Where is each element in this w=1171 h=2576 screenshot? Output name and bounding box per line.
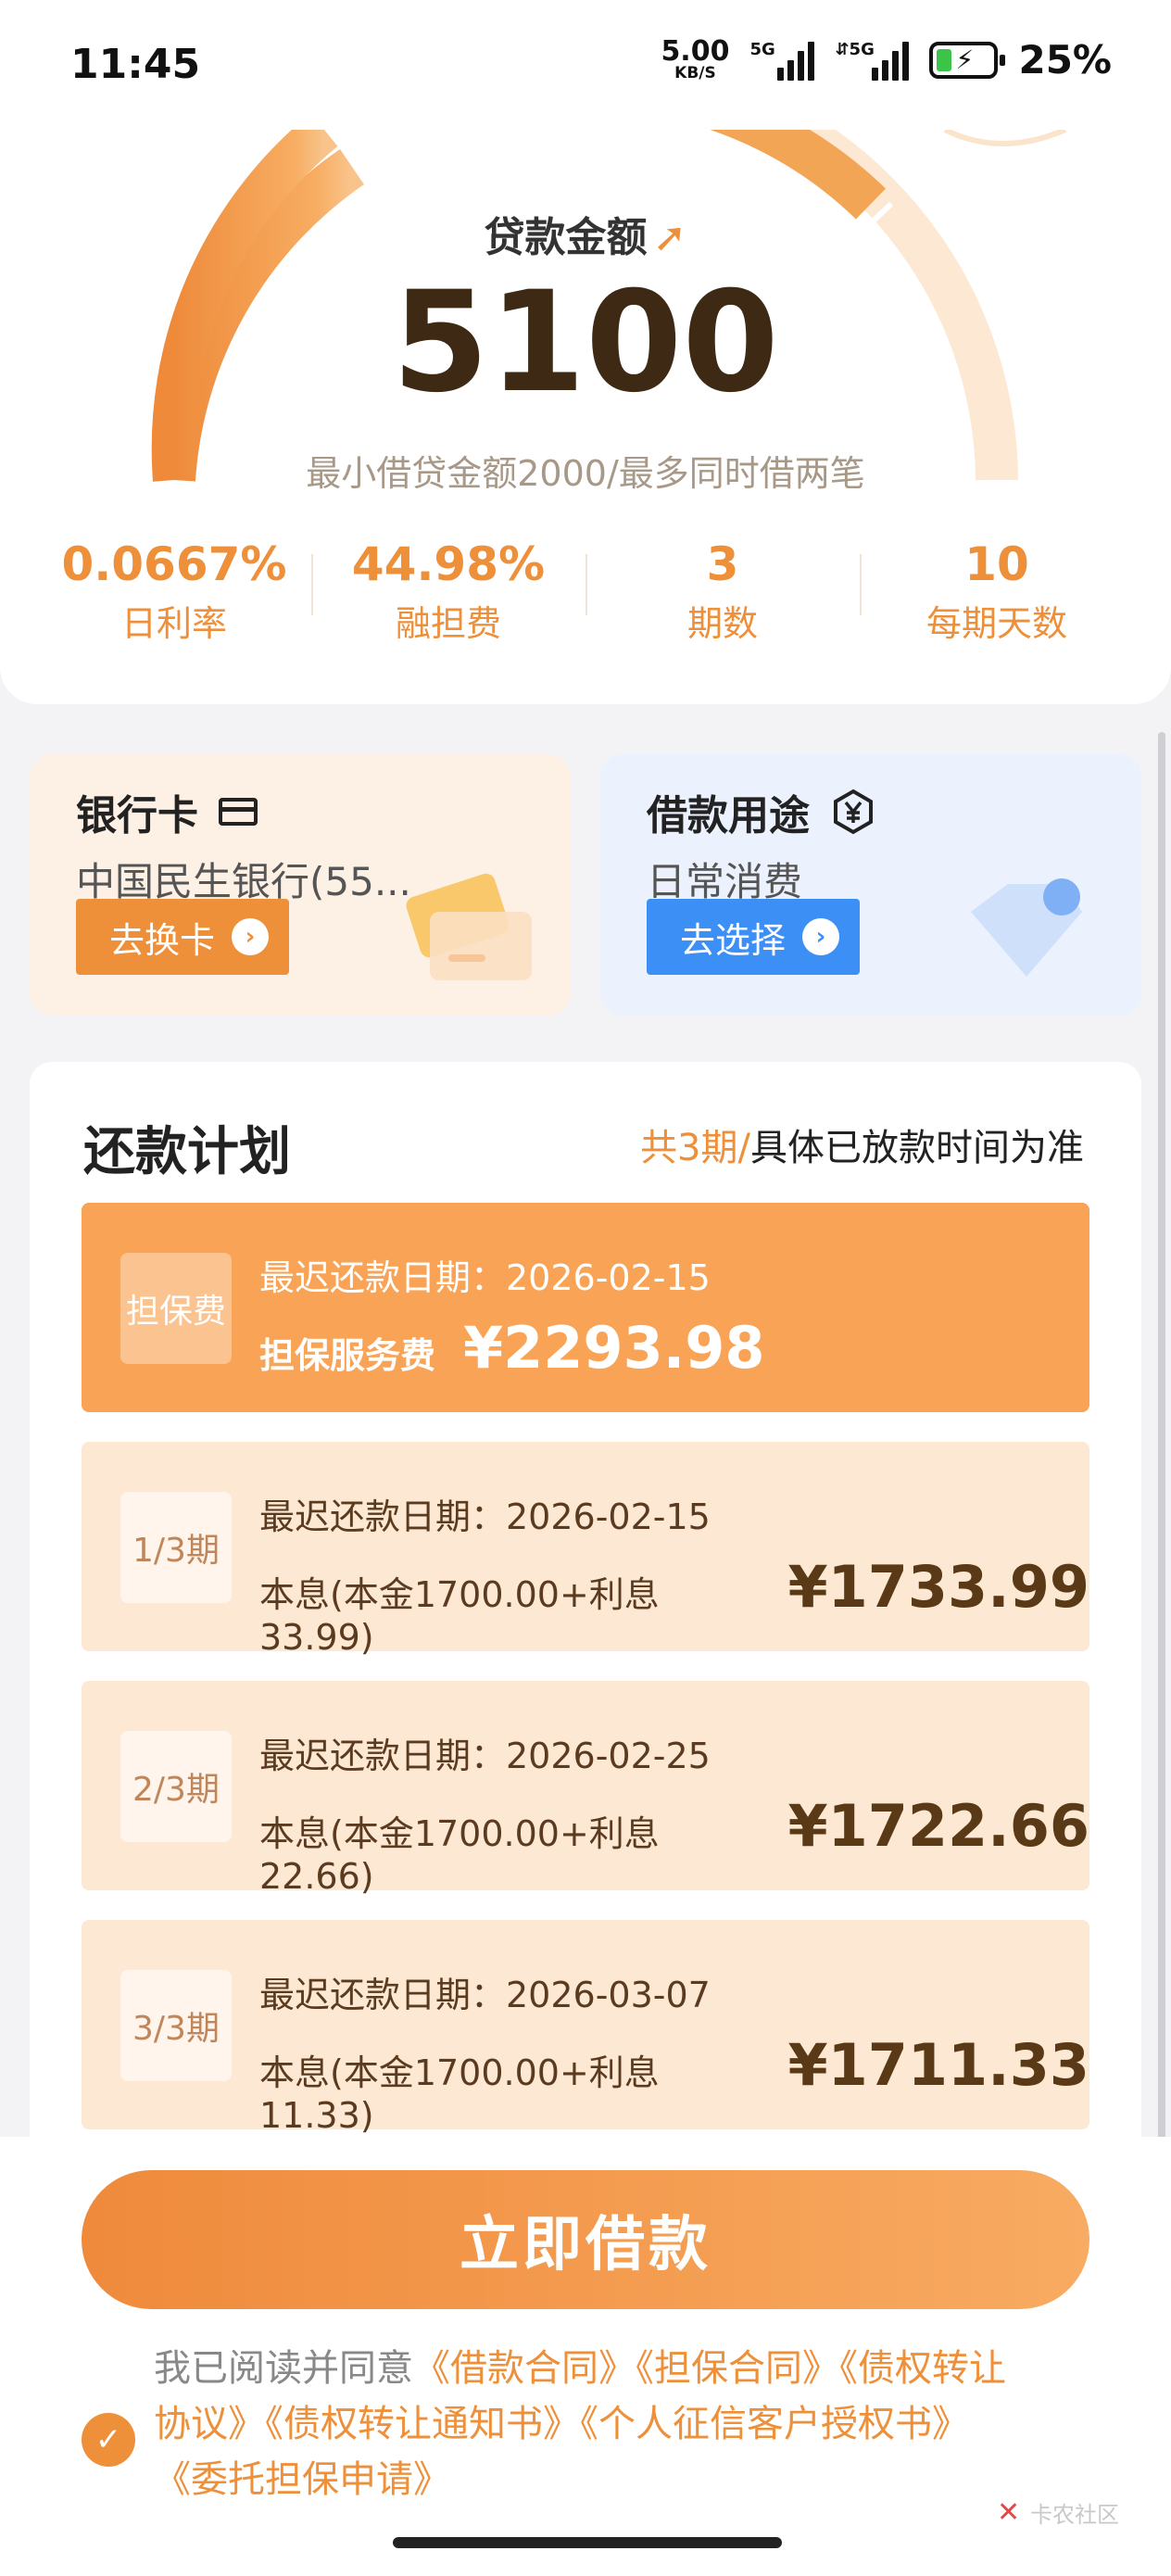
plan-note-highlight: 共3期/ (640, 1127, 750, 1169)
status-time: 11:45 (70, 41, 201, 88)
stat-value: 0.0667% (61, 537, 287, 591)
bank-card-title: 银行卡 (76, 782, 258, 841)
loan-amount-label-text: 贷款金额 (484, 214, 648, 261)
choose-use-button-label: 去选择 (680, 919, 787, 961)
row-desc: 本息(本金1700.00+利息33.99) ¥1733.99 (259, 1553, 1089, 1658)
stat-daily-rate: 0.0667% 日利率 (37, 537, 311, 646)
row-amount: ¥1711.33 (787, 2031, 1089, 2099)
signal-icon-2: ⇵5G (835, 39, 910, 81)
row-amount: ¥1722.66 (787, 1792, 1089, 1860)
row-badge: 2/3期 (120, 1731, 232, 1842)
chevron-right-icon: › (232, 918, 270, 955)
loan-use-title-text: 借款用途 (647, 792, 810, 840)
row-desc: 本息(本金1700.00+利息11.33) ¥1711.33 (259, 2031, 1089, 2136)
row-desc-text: 本息(本金1700.00+利息11.33) (259, 2052, 660, 2136)
choose-use-button[interactable]: 去选择 › (647, 899, 861, 975)
borrow-now-button[interactable]: 立即借款 (82, 2170, 1089, 2309)
loan-amount-value[interactable]: 5100 (0, 267, 1171, 420)
home-indicator[interactable] (393, 2537, 782, 2548)
change-card-button-label: 去换卡 (109, 919, 216, 961)
stat-label: 期数 (686, 603, 758, 644)
installment-row: 2/3期 最迟还款日期：2026-02-25 本息(本金1700.00+利息22… (82, 1681, 1089, 1897)
row-badge: 1/3期 (120, 1492, 232, 1603)
row-due-date: 最迟还款日期：2026-02-25 (259, 1736, 711, 1776)
cards-illustration (406, 873, 532, 980)
plan-note-rest: 具体已放款时间为准 (750, 1127, 1084, 1169)
repayment-plan-panel: 还款计划 共3期/具体已放款时间为准 担保费 最迟还款日期：2026-02-15… (30, 1062, 1141, 2174)
bank-card-title-text: 银行卡 (76, 792, 198, 840)
bank-card-panel: 银行卡 中国民生银行(55... 去换卡 › (30, 754, 571, 1016)
row-badge: 担保费 (120, 1253, 232, 1364)
agreement-line-3[interactable]: 《委托担保申请》 (82, 2452, 1101, 2507)
signal-1-tag: 5G (749, 39, 775, 59)
yuan-hexagon-icon (830, 789, 876, 835)
row-amount: ¥2293.98 (463, 1314, 765, 1382)
chevron-right-icon: › (802, 918, 840, 955)
bottom-action-bar: 立即借款 ✓ 我已阅读并同意《借款合同》《担保合同》《债权转让 协议》《债权转让… (0, 2137, 1171, 2576)
loan-use-panel: 借款用途 日常消费 去选择 › (600, 754, 1141, 1016)
row-desc: 本息(本金1700.00+利息22.66) ¥1722.66 (259, 1792, 1089, 1897)
stat-label: 融担费 (395, 603, 501, 644)
stat-label: 日利率 (120, 603, 227, 644)
guarantee-fee-row: 担保费 最迟还款日期：2026-02-15 担保服务费 ¥2293.98 (82, 1203, 1089, 1412)
arrow-up-right-icon: ➚ (652, 214, 687, 261)
plan-title: 还款计划 (83, 1122, 291, 1182)
diamond-illustration (971, 878, 1082, 977)
stat-guarantee-fee: 44.98% 融担费 (311, 537, 586, 646)
status-icons: 5.00 KB/S 5G ⇵5G ⚡ 25% (661, 37, 1112, 82)
network-speed-unit: KB/S (674, 64, 716, 82)
row-desc-text: 本息(本金1700.00+利息22.66) (259, 1813, 660, 1897)
stat-days-per-period: 10 每期天数 (860, 537, 1134, 646)
agreement-line-1: 我已阅读并同意《借款合同》《担保合同》《债权转让 (82, 2341, 1101, 2396)
battery-percent: 25% (1018, 37, 1112, 82)
signal-2-tag: ⇵5G (835, 39, 875, 59)
agreement-links-1[interactable]: 《借款合同》《担保合同》《债权转让 (413, 2347, 1006, 2390)
loan-amount-card: 贷款金额 ➚ 5100 最小借贷金额2000/最多同时借两笔 0.0667% 日利… (0, 130, 1171, 704)
plan-note: 共3期/具体已放款时间为准 (640, 1118, 1084, 1171)
row-badge: 3/3期 (120, 1970, 232, 2081)
stat-periods: 3 期数 (586, 537, 860, 646)
watermark: ✕ 卡农社区 (997, 2496, 1119, 2529)
installment-row: 3/3期 最迟还款日期：2026-03-07 本息(本金1700.00+利息11… (82, 1920, 1089, 2136)
loan-amount-hint: 最小借贷金额2000/最多同时借两笔 (306, 453, 865, 494)
row-desc-text: 担保服务费 (259, 1335, 436, 1376)
loan-stats: 0.0667% 日利率 44.98% 融担费 3 期数 10 每期天数 (37, 537, 1134, 646)
agreement-prefix: 我已阅读并同意 (154, 2347, 413, 2390)
row-amount: ¥1733.99 (787, 1553, 1089, 1621)
row-desc-text: 本息(本金1700.00+利息33.99) (259, 1574, 660, 1658)
agreement-line-2[interactable]: 协议》《债权转让通知书》《个人征信客户授权书》 (82, 2396, 1101, 2452)
watermark-logo-icon: ✕ (997, 2495, 1021, 2529)
row-due-date: 最迟还款日期：2026-02-15 (259, 1257, 711, 1298)
bank-card-icon (219, 798, 258, 826)
stat-value: 3 (706, 537, 739, 591)
stat-label: 每期天数 (925, 603, 1067, 644)
page-scrollbar[interactable] (1158, 732, 1165, 2317)
installment-row: 1/3期 最迟还款日期：2026-02-15 本息(本金1700.00+利息33… (82, 1442, 1089, 1658)
status-bar: 11:45 5.00 KB/S 5G ⇵5G ⚡ 25% (0, 0, 1171, 130)
row-due-date: 最迟还款日期：2026-03-07 (259, 1975, 711, 2015)
stat-value: 44.98% (351, 537, 546, 591)
network-speed: 5.00 KB/S (661, 38, 729, 82)
loan-amount-label: 贷款金额 ➚ (0, 204, 1171, 263)
row-desc: 担保服务费 ¥2293.98 (259, 1314, 765, 1382)
change-card-button[interactable]: 去换卡 › (76, 899, 290, 975)
network-speed-value: 5.00 (661, 35, 730, 68)
stat-value: 10 (964, 537, 1029, 591)
loan-use-title: 借款用途 (647, 782, 876, 841)
battery-icon: ⚡ (929, 41, 1006, 79)
agreement-text: 我已阅读并同意《借款合同》《担保合同》《债权转让 协议》《债权转让通知书》《个人… (82, 2341, 1101, 2507)
watermark-text: 卡农社区 (1030, 2502, 1119, 2528)
row-due-date: 最迟还款日期：2026-02-15 (259, 1496, 711, 1537)
signal-icon: 5G (749, 39, 815, 81)
